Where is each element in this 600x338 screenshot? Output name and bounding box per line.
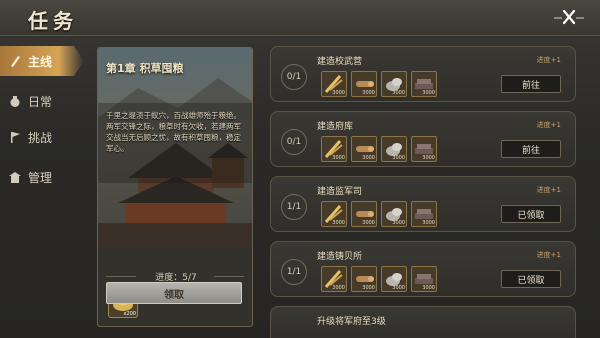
iron-icon[interactable]: 3000 bbox=[411, 266, 437, 292]
grain-icon[interactable]: 3000 bbox=[321, 266, 347, 292]
reward-amount: x200 bbox=[123, 311, 136, 317]
grain-icon[interactable]: 3000 bbox=[321, 71, 347, 97]
close-icon bbox=[554, 9, 584, 25]
sidebar-item-label: 主线 bbox=[28, 54, 53, 69]
stone-icon[interactable]: 3000 bbox=[381, 136, 407, 162]
task-name: 建造校武营 bbox=[317, 57, 363, 67]
sidebar-item-main[interactable]: 主线 bbox=[0, 46, 84, 76]
iron-icon[interactable]: 3000 bbox=[411, 71, 437, 97]
task-count: 1/1 bbox=[281, 259, 307, 285]
task-row: 0/1 建造府库 进度+1 3000 3000 3000 3000 前往 bbox=[270, 111, 576, 167]
task-count: 1/1 bbox=[281, 194, 307, 220]
task-bonus: 进度+1 bbox=[536, 186, 561, 194]
claim-chapter-button[interactable]: 领取 bbox=[106, 282, 242, 304]
flag-icon bbox=[6, 128, 24, 146]
task-row: 1/1 建造监军司 进度+1 3000 3000 3000 3000 已领取 bbox=[270, 176, 576, 232]
iron-icon[interactable]: 3000 bbox=[411, 201, 437, 227]
wood-icon[interactable]: 3000 bbox=[351, 136, 377, 162]
stone-icon[interactable]: 3000 bbox=[381, 71, 407, 97]
task-name: 建造铸贝所 bbox=[317, 252, 363, 262]
iron-icon[interactable]: 3000 bbox=[411, 136, 437, 162]
task-bonus: 进度+1 bbox=[536, 56, 561, 64]
sidebar-item-manage[interactable]: 管理 bbox=[0, 162, 84, 192]
brush-icon bbox=[6, 52, 24, 70]
task-name: 建造府库 bbox=[317, 122, 354, 132]
sidebar-item-label: 日常 bbox=[28, 94, 53, 109]
close-button[interactable] bbox=[552, 6, 586, 28]
task-bonus: 进度+1 bbox=[536, 251, 561, 259]
sidebar-item-label: 管理 bbox=[28, 170, 53, 185]
claimed-button[interactable]: 已领取 bbox=[501, 205, 561, 223]
divider bbox=[214, 276, 244, 277]
task-row: 1/1 建造铸贝所 进度+1 3000 3000 3000 3000 已领取 bbox=[270, 241, 576, 297]
task-name: 建造监军司 bbox=[317, 187, 363, 197]
task-screen: 任务 主线 日常 挑战 管理 第1章 积草囤粮 千里之堤溃于蚁穴，百战雄师殆于粮… bbox=[0, 0, 600, 338]
sidebar-item-label: 挑战 bbox=[28, 130, 53, 145]
building-icon bbox=[6, 168, 24, 186]
wood-icon[interactable]: 3000 bbox=[351, 71, 377, 97]
sidebar-item-challenge[interactable]: 挑战 bbox=[0, 122, 84, 152]
chapter-title: 第1章 积草囤粮 bbox=[106, 62, 184, 75]
task-row: 升级将军府至3级 bbox=[270, 306, 576, 338]
page-title: 任务 bbox=[28, 9, 78, 33]
go-button[interactable]: 前往 bbox=[501, 140, 561, 158]
chapter-description: 千里之堤溃于蚁穴，百战雄师殆于粮绝。两军交锋之际，粮草时有欠收，若建两军交战当无… bbox=[106, 111, 241, 153]
task-row: 0/1 建造校武营 进度+1 3000 3000 3000 3000 前往 bbox=[270, 46, 576, 102]
go-button[interactable]: 前往 bbox=[501, 75, 561, 93]
stone-icon[interactable]: 3000 bbox=[381, 266, 407, 292]
task-bonus: 进度+1 bbox=[536, 121, 561, 129]
claimed-button[interactable]: 已领取 bbox=[501, 270, 561, 288]
grain-icon[interactable]: 3000 bbox=[321, 136, 347, 162]
stone-icon[interactable]: 3000 bbox=[381, 201, 407, 227]
pouch-icon bbox=[6, 92, 24, 110]
sidebar: 主线 日常 挑战 管理 bbox=[0, 36, 84, 338]
sidebar-item-daily[interactable]: 日常 bbox=[0, 86, 84, 116]
wood-icon[interactable]: 3000 bbox=[351, 201, 377, 227]
header-bar: 任务 bbox=[0, 0, 600, 36]
grain-icon[interactable]: 3000 bbox=[321, 201, 347, 227]
wood-icon[interactable]: 3000 bbox=[351, 266, 377, 292]
task-count: 0/1 bbox=[281, 129, 307, 155]
task-count: 0/1 bbox=[281, 64, 307, 90]
task-name: 升级将军府至3级 bbox=[317, 317, 386, 327]
